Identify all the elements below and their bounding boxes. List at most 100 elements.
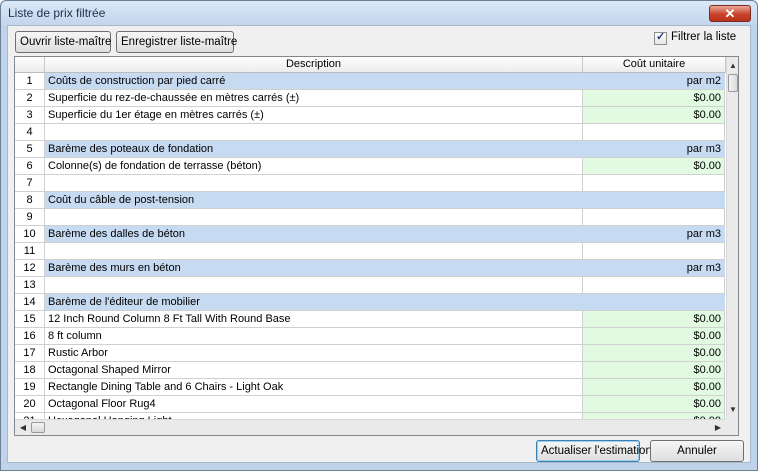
row-number[interactable]: 12: [15, 260, 45, 277]
row-number[interactable]: 8: [15, 192, 45, 209]
table-row[interactable]: 3 Superficie du 1er étage en mètres carré…: [15, 107, 738, 124]
row-number[interactable]: 20: [15, 396, 45, 413]
category-row[interactable]: 12 Barème des murs en béton par m3: [15, 260, 738, 277]
row-number[interactable]: 6: [15, 158, 45, 175]
row-number[interactable]: 2: [15, 90, 45, 107]
description-cell[interactable]: 8 ft column: [45, 328, 583, 345]
row-number[interactable]: 16: [15, 328, 45, 345]
row-number[interactable]: 4: [15, 124, 45, 141]
unit-cost-cell[interactable]: $0.00: [583, 158, 725, 175]
row-number[interactable]: 7: [15, 175, 45, 192]
unit-cost-cell[interactable]: par m3: [583, 141, 725, 158]
unit-cost-cell[interactable]: $0.00: [583, 328, 725, 345]
unit-cost-cell[interactable]: [583, 175, 725, 192]
table-row[interactable]: 17 Rustic Arbor $0.00: [15, 345, 738, 362]
description-cell[interactable]: Octagonal Floor Rug4: [45, 396, 583, 413]
description-cell[interactable]: [45, 277, 583, 294]
category-row[interactable]: 5 Barème des poteaux de fondation par m3: [15, 141, 738, 158]
scroll-up-arrow-icon[interactable]: ▲: [727, 59, 738, 73]
row-number[interactable]: 1: [15, 73, 45, 90]
table-row[interactable]: 7: [15, 175, 738, 192]
description-cell[interactable]: Barème des murs en béton: [45, 260, 583, 277]
table-row[interactable]: 13: [15, 277, 738, 294]
table-row[interactable]: 20 Octagonal Floor Rug4 $0.00: [15, 396, 738, 413]
unit-cost-cell[interactable]: [583, 243, 725, 260]
category-row[interactable]: 14 Barème de l'éditeur de mobilier: [15, 294, 738, 311]
open-master-list-button[interactable]: Ouvrir liste-maître: [15, 31, 111, 53]
table-row[interactable]: 11: [15, 243, 738, 260]
unit-cost-cell[interactable]: $0.00: [583, 345, 725, 362]
row-number[interactable]: 14: [15, 294, 45, 311]
description-cell[interactable]: Barème de l'éditeur de mobilier: [45, 294, 583, 311]
unit-cost-cell[interactable]: [583, 124, 725, 141]
unit-cost-cell[interactable]: [583, 277, 725, 294]
row-number[interactable]: 13: [15, 277, 45, 294]
unit-cost-cell[interactable]: $0.00: [583, 379, 725, 396]
unit-cost-cell[interactable]: [583, 209, 725, 226]
vertical-scrollbar[interactable]: ▲ ▼: [726, 57, 738, 419]
save-master-list-button[interactable]: Enregistrer liste-maître: [116, 31, 237, 53]
unit-cost-cell[interactable]: par m2: [583, 73, 725, 90]
description-cell[interactable]: Coût du câble de post-tension: [45, 192, 583, 209]
description-cell[interactable]: Colonne(s) de fondation de terrasse (bét…: [45, 158, 583, 175]
scroll-down-arrow-icon[interactable]: ▼: [727, 403, 738, 417]
description-cell[interactable]: [45, 124, 583, 141]
row-number[interactable]: 19: [15, 379, 45, 396]
description-cell[interactable]: [45, 209, 583, 226]
unit-cost-cell[interactable]: $0.00: [583, 362, 725, 379]
unit-cost-cell[interactable]: [583, 192, 725, 209]
close-button[interactable]: ✕: [709, 5, 751, 22]
row-number[interactable]: 15: [15, 311, 45, 328]
grid-header: Description Coût unitaire: [15, 57, 726, 73]
unit-cost-cell[interactable]: $0.00: [583, 311, 725, 328]
checkmark-icon[interactable]: [654, 30, 667, 45]
unit-cost-cell[interactable]: [583, 294, 725, 311]
title-bar[interactable]: Liste de prix filtrée ✕: [1, 1, 757, 25]
table-row[interactable]: 18 Octagonal Shaped Mirror $0.00: [15, 362, 738, 379]
description-cell[interactable]: Rectangle Dining Table and 6 Chairs - Li…: [45, 379, 583, 396]
row-number-header: [15, 57, 45, 73]
description-column-header[interactable]: Description: [45, 57, 583, 73]
row-number[interactable]: 10: [15, 226, 45, 243]
row-number[interactable]: 17: [15, 345, 45, 362]
unit-cost-cell[interactable]: par m3: [583, 226, 725, 243]
row-number[interactable]: 11: [15, 243, 45, 260]
description-cell[interactable]: [45, 243, 583, 260]
description-cell[interactable]: Octagonal Shaped Mirror: [45, 362, 583, 379]
cancel-button[interactable]: Annuler: [650, 440, 744, 462]
description-cell[interactable]: Superficie du 1er étage en mètres carrés…: [45, 107, 583, 124]
horizontal-scroll-thumb[interactable]: [31, 422, 45, 433]
table-row[interactable]: 16 8 ft column $0.00: [15, 328, 738, 345]
row-number[interactable]: 3: [15, 107, 45, 124]
table-row[interactable]: 15 12 Inch Round Column 8 Ft Tall With Ro…: [15, 311, 738, 328]
description-cell[interactable]: Barème des poteaux de fondation: [45, 141, 583, 158]
description-cell[interactable]: Rustic Arbor: [45, 345, 583, 362]
scroll-left-arrow-icon[interactable]: ◀: [16, 420, 30, 435]
description-cell[interactable]: Coûts de construction par pied carré: [45, 73, 583, 90]
vertical-scroll-thumb[interactable]: [728, 74, 738, 92]
unit-cost-cell[interactable]: $0.00: [583, 107, 725, 124]
category-row[interactable]: 1 Coûts de construction par pied carré par…: [15, 73, 738, 90]
category-row[interactable]: 8 Coût du câble de post-tension: [15, 192, 738, 209]
update-estimate-button[interactable]: Actualiser l'estimation: [536, 440, 652, 462]
unit-cost-cell[interactable]: $0.00: [583, 396, 725, 413]
row-number[interactable]: 5: [15, 141, 45, 158]
horizontal-scrollbar[interactable]: ◀ ▶: [15, 419, 726, 435]
description-cell[interactable]: Barème des dalles de béton: [45, 226, 583, 243]
description-cell[interactable]: Superficie du rez-de-chaussée en mètres …: [45, 90, 583, 107]
unit-cost-column-header[interactable]: Coût unitaire: [583, 57, 726, 73]
table-row[interactable]: 6 Colonne(s) de fondation de terrasse (bé…: [15, 158, 738, 175]
row-number[interactable]: 18: [15, 362, 45, 379]
unit-cost-cell[interactable]: $0.00: [583, 90, 725, 107]
table-row[interactable]: 2 Superficie du rez-de-chaussée en mètres…: [15, 90, 738, 107]
window-title: Liste de prix filtrée: [8, 6, 106, 20]
scroll-right-arrow-icon[interactable]: ▶: [711, 420, 725, 435]
table-row[interactable]: 4: [15, 124, 738, 141]
category-row[interactable]: 10 Barème des dalles de béton par m3: [15, 226, 738, 243]
description-cell[interactable]: 12 Inch Round Column 8 Ft Tall With Roun…: [45, 311, 583, 328]
table-row[interactable]: 9: [15, 209, 738, 226]
unit-cost-cell[interactable]: par m3: [583, 260, 725, 277]
table-row[interactable]: 19 Rectangle Dining Table and 6 Chairs - …: [15, 379, 738, 396]
row-number[interactable]: 9: [15, 209, 45, 226]
description-cell[interactable]: [45, 175, 583, 192]
